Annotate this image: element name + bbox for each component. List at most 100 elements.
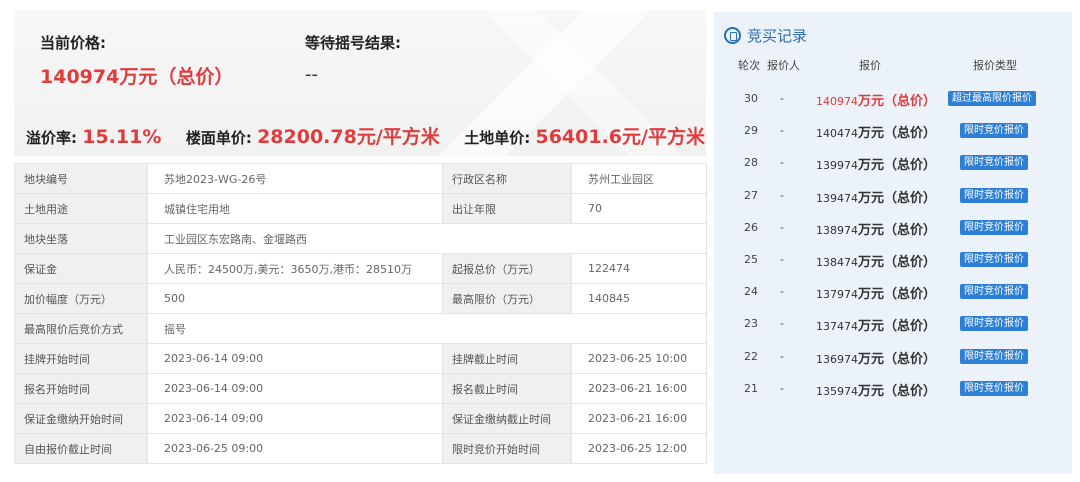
bid-price: 139974万元（总价） [816, 154, 936, 173]
bid-price: 137474万元（总价） [816, 315, 936, 334]
price-stats-row: 溢价率: 15.11% 楼面单价: 28200.78元/平方米 土地单价: 56… [26, 122, 705, 149]
table-key: 挂牌开始时间 [14, 343, 148, 374]
table-key: 出让年限 [442, 193, 572, 224]
bid-bidder: - [780, 220, 784, 234]
bid-round: 26 [744, 220, 758, 234]
table-key: 最高限价后竞价方式 [14, 313, 148, 344]
bid-round: 25 [744, 253, 758, 266]
table-row: 最高限价后竞价方式 摇号 [14, 313, 707, 344]
bid-bidder: - [780, 92, 784, 105]
table-value: 苏州工业园区 [571, 163, 707, 194]
table-key: 保证金缴纳截止时间 [442, 403, 572, 434]
bid-price: 135974万元（总价） [816, 380, 936, 399]
table-value: 2023-06-25 10:00 [571, 343, 707, 374]
bid-row: 25 - 138474万元（总价） 限时竞价报价 [714, 243, 1072, 275]
bid-price-number: 138974 [816, 223, 858, 237]
bid-price-unit: 万元（总价） [858, 287, 937, 303]
current-price-value: 140974万元（总价） [40, 66, 234, 88]
bid-price-unit: 万元（总价） [858, 158, 937, 174]
bid-price: 140974万元（总价） [816, 90, 936, 109]
table-key: 限时竞价开始时间 [442, 433, 572, 464]
table-key: 报名截止时间 [442, 373, 572, 404]
table-value: 人民币：24500万,美元：3650万,港币：28510万 [147, 253, 443, 284]
table-row: 土地用途 城镇住宅用地 出让年限 70 [14, 193, 707, 224]
table-value: 2023-06-25 09:00 [147, 433, 443, 464]
bid-type-badge: 限时竞价报价 [960, 123, 1028, 139]
col-header-round: 轮次 [738, 59, 760, 72]
bid-price: 140474万元（总价） [816, 122, 936, 141]
bid-price-unit: 万元（总价） [858, 222, 937, 238]
table-row: 加价幅度（万元） 500 最高限价（万元） 140845 [14, 283, 707, 314]
bid-bidder: - [780, 317, 784, 331]
table-value: 2023-06-25 12:00 [571, 433, 707, 464]
table-row: 地块编号 苏地2023-WG-26号 行政区名称 苏州工业园区 [14, 163, 707, 194]
bid-bidder: - [780, 124, 784, 138]
col-header-price: 报价 [859, 59, 881, 72]
bid-row: 21 - 135974万元（总价） 限时竞价报价 [714, 372, 1072, 404]
table-row: 地块坐落 工业园区东宏路南、金堰路西 [14, 223, 707, 254]
table-key: 地块坐落 [14, 223, 148, 254]
table-key: 保证金缴纳开始时间 [14, 403, 148, 434]
bid-type-badge: 限时竞价报价 [960, 380, 1028, 396]
table-key: 自由报价截止时间 [14, 433, 148, 464]
bid-bidder: - [780, 156, 784, 170]
table-key: 保证金 [14, 253, 148, 284]
table-key: 土地用途 [14, 193, 148, 224]
table-value: 2023-06-14 09:00 [147, 343, 443, 374]
table-key: 起报总价（万元） [442, 253, 572, 284]
bid-price-number: 139974 [816, 159, 858, 173]
land-price-value: 56401.6元/平方米 [535, 126, 705, 148]
lottery-label: 等待摇号结果: [305, 34, 401, 52]
bid-type-badge: 限时竞价报价 [960, 219, 1028, 235]
bid-bidder: - [780, 285, 784, 299]
bid-price-unit: 万元（总价） [858, 94, 937, 109]
bid-type-badge: 限时竞价报价 [960, 316, 1028, 332]
bid-round: 27 [744, 188, 758, 202]
bid-price-number: 139474 [816, 191, 858, 205]
bid-price-number: 137474 [816, 320, 858, 334]
table-value: 2023-06-14 09:00 [147, 403, 443, 434]
bid-price-number: 140474 [816, 127, 858, 141]
bid-round: 24 [744, 285, 758, 299]
table-value: 2023-06-21 16:00 [571, 403, 707, 434]
bid-records-title: 竞买记录 [747, 26, 808, 45]
bid-type-badge: 限时竞价报价 [960, 252, 1028, 267]
table-value: 工业园区东宏路南、金堰路西 [147, 223, 707, 254]
bid-price: 138974万元（总价） [816, 219, 936, 238]
bid-round: 28 [744, 156, 758, 170]
bid-row: 29 - 140474万元（总价） 限时竞价报价 [714, 114, 1072, 146]
bid-price: 138474万元（总价） [816, 251, 936, 270]
bid-bidder: - [780, 188, 784, 202]
floor-price-value: 28200.78元/平方米 [257, 126, 440, 148]
table-value: 70 [571, 193, 707, 224]
bid-round: 29 [744, 124, 758, 138]
premium-rate-label: 溢价率: [26, 129, 77, 147]
bid-price-unit: 万元（总价） [858, 190, 937, 206]
table-value: 500 [147, 283, 443, 314]
table-key: 行政区名称 [442, 163, 572, 194]
bid-price-number: 135974 [816, 384, 858, 398]
bid-price-unit: 万元（总价） [858, 319, 937, 335]
bid-price-unit: 万元（总价） [858, 351, 937, 367]
table-value: 2023-06-21 16:00 [571, 373, 707, 404]
bid-price-number: 136974 [816, 352, 858, 366]
table-value: 苏地2023-WG-26号 [147, 163, 443, 194]
table-value: 140845 [571, 283, 707, 314]
table-row: 保证金 人民币：24500万,美元：3650万,港币：28510万 起报总价（万… [14, 253, 707, 284]
bid-row: 26 - 138974万元（总价） 限时竞价报价 [714, 211, 1072, 243]
table-key: 报名开始时间 [14, 373, 148, 404]
land-price-label: 土地单价: [464, 129, 531, 147]
table-key: 加价幅度（万元） [14, 283, 148, 314]
bid-type-badge: 超过最高限价报价 [948, 91, 1036, 106]
bid-row: 30 - 140974万元（总价） 超过最高限价报价 [714, 82, 1072, 114]
table-row: 保证金缴纳开始时间 2023-06-14 09:00 保证金缴纳截止时间 202… [14, 403, 707, 434]
record-icon [724, 26, 741, 44]
table-row: 报名开始时间 2023-06-14 09:00 报名截止时间 2023-06-2… [14, 373, 707, 404]
bid-row: 22 - 136974万元（总价） 限时竞价报价 [714, 340, 1072, 372]
bid-row: 28 - 139974万元（总价） 限时竞价报价 [714, 146, 1072, 178]
bid-records-header: 竞买记录 [724, 24, 807, 46]
bid-bidder: - [780, 381, 784, 395]
bid-round: 23 [744, 317, 758, 331]
bid-price-number: 138474 [816, 256, 858, 269]
bid-price-unit: 万元（总价） [858, 255, 937, 270]
